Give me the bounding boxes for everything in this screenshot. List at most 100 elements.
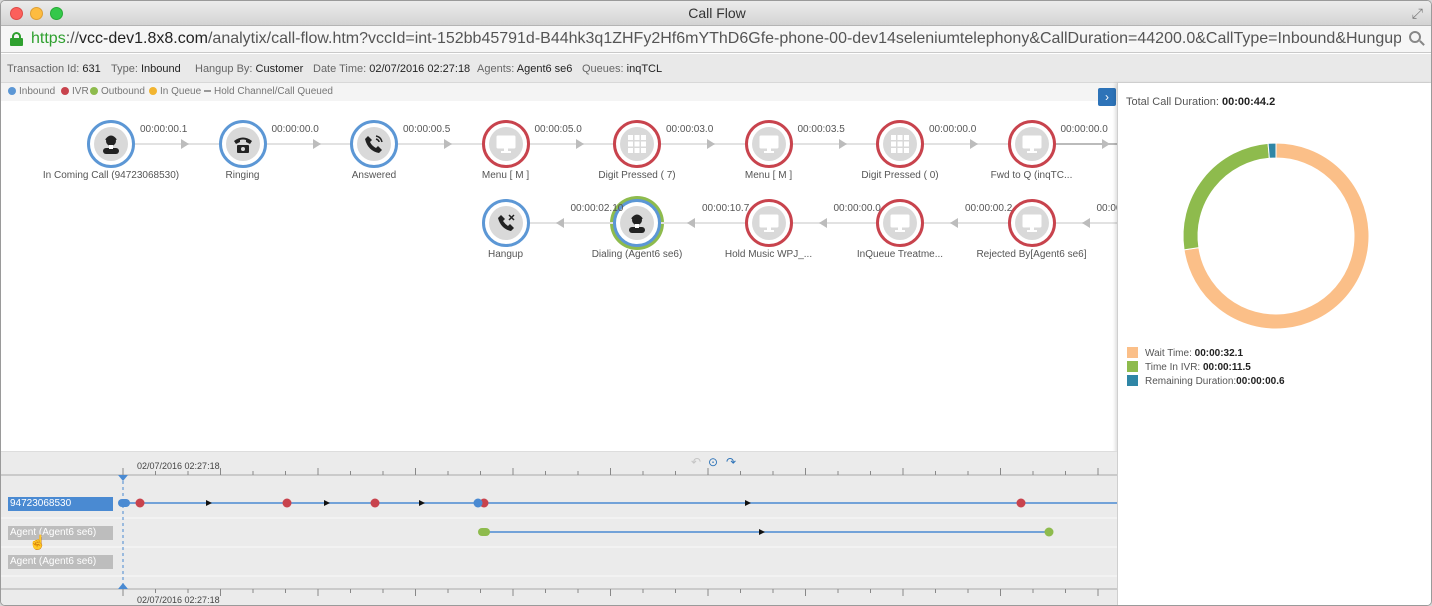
flow-connector	[529, 222, 613, 224]
flow-connector	[661, 222, 745, 224]
arrow-left-icon	[555, 218, 564, 228]
arrow-left-icon	[1081, 218, 1090, 228]
flow-connector	[924, 222, 1008, 224]
legend-ivr: IVR	[61, 86, 89, 97]
arrow-right-icon	[181, 139, 189, 149]
flow-connector	[792, 222, 876, 224]
step-duration: 00:00:00.5	[403, 124, 451, 135]
step-duration: 00:00:03.0	[666, 124, 714, 135]
legend-inbound: Inbound	[8, 86, 55, 97]
flow-node[interactable]	[218, 120, 267, 168]
timeline-cursor-top-handle[interactable]	[118, 475, 128, 481]
phone-icon	[225, 127, 260, 161]
step-duration: 00:00:00.0	[833, 203, 881, 214]
ivr-event-marker[interactable]	[370, 498, 380, 508]
flow-node[interactable]	[613, 120, 661, 168]
fullscreen-icon[interactable]: ⤢	[1412, 5, 1423, 22]
legend-in-queue: In Queue	[149, 86, 201, 97]
hangup-icon	[488, 206, 523, 240]
monitor-icon	[488, 127, 523, 161]
step-duration: 00:00:00.0	[1060, 124, 1108, 135]
timeline-direction-arrow	[206, 500, 212, 506]
lock-icon	[10, 32, 23, 46]
agent-icon	[620, 206, 654, 240]
step-duration: 00:00:03.5	[797, 124, 845, 135]
agents: Agents: Agent6 se6	[477, 63, 573, 75]
inbound-event-marker[interactable]	[473, 498, 483, 508]
flow-node-label: Fwd to Q (inqTC...	[990, 170, 1073, 181]
hangup-by: Hangup By: Customer	[195, 63, 304, 75]
step-duration: 00:00:05.0	[534, 124, 582, 135]
flow-connector	[792, 143, 876, 145]
flow-connector	[924, 143, 1008, 145]
flow-node[interactable]	[744, 199, 793, 247]
flow-connector	[398, 143, 482, 145]
ivr-event-marker[interactable]	[1016, 498, 1026, 508]
title-bar: Call Flow ⤢	[1, 1, 1431, 26]
timeline-direction-arrow	[324, 500, 330, 506]
legend-outbound: Outbound	[90, 86, 145, 97]
phone-answer-icon	[357, 127, 391, 161]
outbound-event-marker[interactable]	[1044, 527, 1054, 537]
timeline-direction-arrow	[745, 500, 751, 506]
window-title: Call Flow	[688, 5, 746, 21]
timeline-direction-arrow	[419, 500, 425, 506]
timeline-direction-arrow	[759, 529, 765, 535]
caller-start-marker[interactable]	[118, 499, 130, 507]
arrow-left-icon	[950, 218, 958, 228]
flow-node[interactable]	[744, 120, 793, 168]
step-duration: 00:00:00.0	[271, 124, 319, 135]
arrow-right-icon	[970, 139, 978, 149]
call-type: Type: Inbound	[111, 63, 181, 75]
time-in-ivr-slice[interactable]	[1182, 142, 1270, 251]
flow-legend: Inbound IVR Outbound In Queue Hold Chann…	[1, 83, 1117, 101]
flow-connector	[266, 143, 350, 145]
collapse-panel-button[interactable]: ›	[1098, 88, 1116, 106]
call-flow-diagram: In Coming Call (94723068530) Ringing Answe…	[1, 101, 1144, 451]
queues: Queues: inqTCL	[582, 63, 663, 75]
step-duration: 00:00:10.7	[702, 203, 750, 214]
monitor-icon	[751, 206, 786, 240]
url-text[interactable]: https://vcc-dev1.8x8.com/analytix/call-f…	[31, 30, 1401, 48]
duration-donut-chart	[1182, 142, 1370, 330]
arrow-right-icon	[312, 139, 321, 149]
flow-connector	[529, 143, 613, 145]
remaining-duration-slice[interactable]	[1267, 142, 1277, 159]
flow-node[interactable]	[1007, 199, 1056, 247]
flow-node[interactable]	[87, 120, 135, 168]
flow-node[interactable]	[481, 120, 530, 168]
address-bar[interactable]: https://vcc-dev1.8x8.com/analytix/call-f…	[1, 26, 1431, 53]
ivr-event-marker[interactable]	[282, 498, 292, 508]
keypad-icon	[883, 127, 917, 161]
timeline-row-caller[interactable]: 94723068530	[8, 497, 113, 511]
flow-node[interactable]	[1007, 120, 1056, 168]
search-icon[interactable]	[1409, 31, 1425, 47]
monitor-icon	[751, 127, 786, 161]
keypad-icon	[620, 127, 654, 161]
arrow-left-icon	[687, 218, 695, 228]
step-duration: 00:00:00.1	[140, 124, 188, 135]
flow-connector	[135, 143, 219, 145]
arrow-left-icon	[818, 218, 827, 228]
timeline-row-agent[interactable]: Agent (Agent6 se6)	[8, 555, 113, 569]
timeline-row-agent[interactable]: Agent (Agent6 se6)	[8, 526, 113, 540]
flow-node[interactable]	[876, 199, 924, 247]
total-call-duration: Total Call Duration: 00:00:44.2	[1126, 96, 1276, 108]
legend-hold: Hold Channel/Call Queued	[204, 86, 333, 97]
hand-cursor-icon: ☝	[29, 534, 47, 550]
timeline-cursor-bottom-handle[interactable]	[118, 583, 128, 589]
flow-node[interactable]	[350, 120, 398, 168]
monitor-icon	[883, 206, 917, 240]
step-duration: 00:00:00.2	[965, 203, 1013, 214]
transaction-id: Transaction Id: 631	[7, 63, 101, 75]
agent-icon	[94, 127, 128, 161]
step-duration: 00:00:00.0	[929, 124, 977, 135]
ivr-event-marker[interactable]	[135, 498, 145, 508]
call-flow-window: Call Flow ⤢ https://vcc-dev1.8x8.com/ana…	[0, 0, 1432, 606]
arrow-right-icon	[444, 139, 452, 149]
flow-node[interactable]	[876, 120, 924, 168]
outbound-start-marker[interactable]	[478, 528, 490, 536]
flow-node[interactable]	[481, 199, 530, 247]
legend-wait-time: Wait Time: 00:00:32.1	[1127, 347, 1243, 359]
step-duration: 00:00:02.10	[570, 203, 624, 214]
